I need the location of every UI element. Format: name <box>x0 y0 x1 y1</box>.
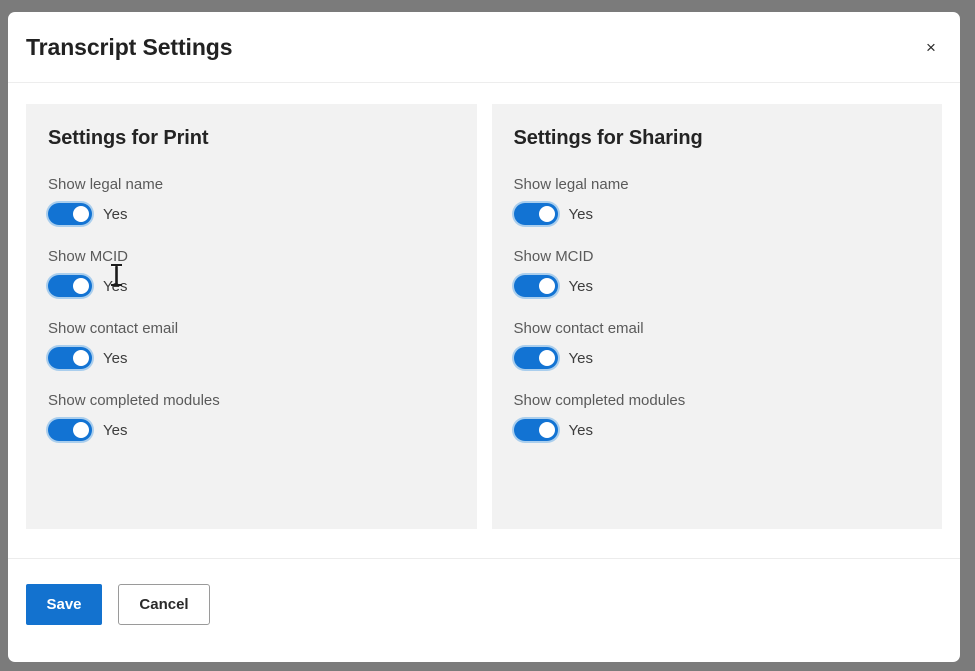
setting-row: Show contact email Yes <box>48 320 455 369</box>
background-clipped-text <box>0 664 975 671</box>
toggle-line: Yes <box>48 275 455 297</box>
transcript-settings-dialog: Transcript Settings × Settings for Print… <box>8 12 960 662</box>
setting-row: Show MCID Yes <box>48 248 455 297</box>
toggle-value: Yes <box>103 278 127 295</box>
toggle-knob <box>73 350 89 366</box>
toggle-knob <box>73 422 89 438</box>
setting-row: Show contact email Yes <box>514 320 921 369</box>
toggle-value: Yes <box>103 350 127 367</box>
toggle-show-contact-email-sharing[interactable] <box>514 347 558 369</box>
setting-row: Show legal name Yes <box>514 176 921 225</box>
save-button[interactable]: Save <box>26 584 102 625</box>
toggle-value: Yes <box>569 422 593 439</box>
close-icon[interactable]: × <box>918 35 944 61</box>
toggle-value: Yes <box>569 206 593 223</box>
toggle-line: Yes <box>48 347 455 369</box>
toggle-knob <box>73 206 89 222</box>
panel-title: Settings for Print <box>48 127 455 150</box>
setting-label: Show legal name <box>48 176 455 194</box>
toggle-knob <box>539 350 555 366</box>
panel-settings-for-print: Settings for Print Show legal name Yes S… <box>26 104 477 529</box>
page-title: Transcript Settings <box>26 34 232 61</box>
toggle-show-contact-email-print[interactable] <box>48 347 92 369</box>
panel-title: Settings for Sharing <box>514 127 921 150</box>
toggle-show-legal-name-print[interactable] <box>48 203 92 225</box>
toggle-line: Yes <box>48 203 455 225</box>
settings-panels: Settings for Print Show legal name Yes S… <box>26 104 942 529</box>
toggle-line: Yes <box>514 275 921 297</box>
toggle-show-completed-modules-sharing[interactable] <box>514 419 558 441</box>
setting-label: Show MCID <box>48 248 455 266</box>
dialog-header: Transcript Settings × <box>8 12 960 83</box>
toggle-knob <box>73 278 89 294</box>
setting-label: Show contact email <box>514 320 921 338</box>
setting-label: Show completed modules <box>48 392 455 410</box>
toggle-knob <box>539 278 555 294</box>
toggle-knob <box>539 206 555 222</box>
toggle-knob <box>539 422 555 438</box>
toggle-line: Yes <box>48 419 455 441</box>
toggle-value: Yes <box>569 278 593 295</box>
setting-row: Show MCID Yes <box>514 248 921 297</box>
panel-settings-for-sharing: Settings for Sharing Show legal name Yes… <box>492 104 943 529</box>
toggle-show-mcid-print[interactable] <box>48 275 92 297</box>
setting-row: Show legal name Yes <box>48 176 455 225</box>
toggle-value: Yes <box>103 206 127 223</box>
setting-row: Show completed modules Yes <box>514 392 921 441</box>
dialog-body: Settings for Print Show legal name Yes S… <box>8 83 960 558</box>
toggle-show-completed-modules-print[interactable] <box>48 419 92 441</box>
toggle-value: Yes <box>103 422 127 439</box>
setting-label: Show contact email <box>48 320 455 338</box>
setting-row: Show completed modules Yes <box>48 392 455 441</box>
toggle-line: Yes <box>514 419 921 441</box>
toggle-show-mcid-sharing[interactable] <box>514 275 558 297</box>
toggle-value: Yes <box>569 350 593 367</box>
toggle-line: Yes <box>514 347 921 369</box>
cancel-button[interactable]: Cancel <box>118 584 210 625</box>
toggle-line: Yes <box>514 203 921 225</box>
setting-label: Show MCID <box>514 248 921 266</box>
setting-label: Show legal name <box>514 176 921 194</box>
toggle-show-legal-name-sharing[interactable] <box>514 203 558 225</box>
setting-label: Show completed modules <box>514 392 921 410</box>
dialog-footer: Save Cancel <box>8 558 960 662</box>
